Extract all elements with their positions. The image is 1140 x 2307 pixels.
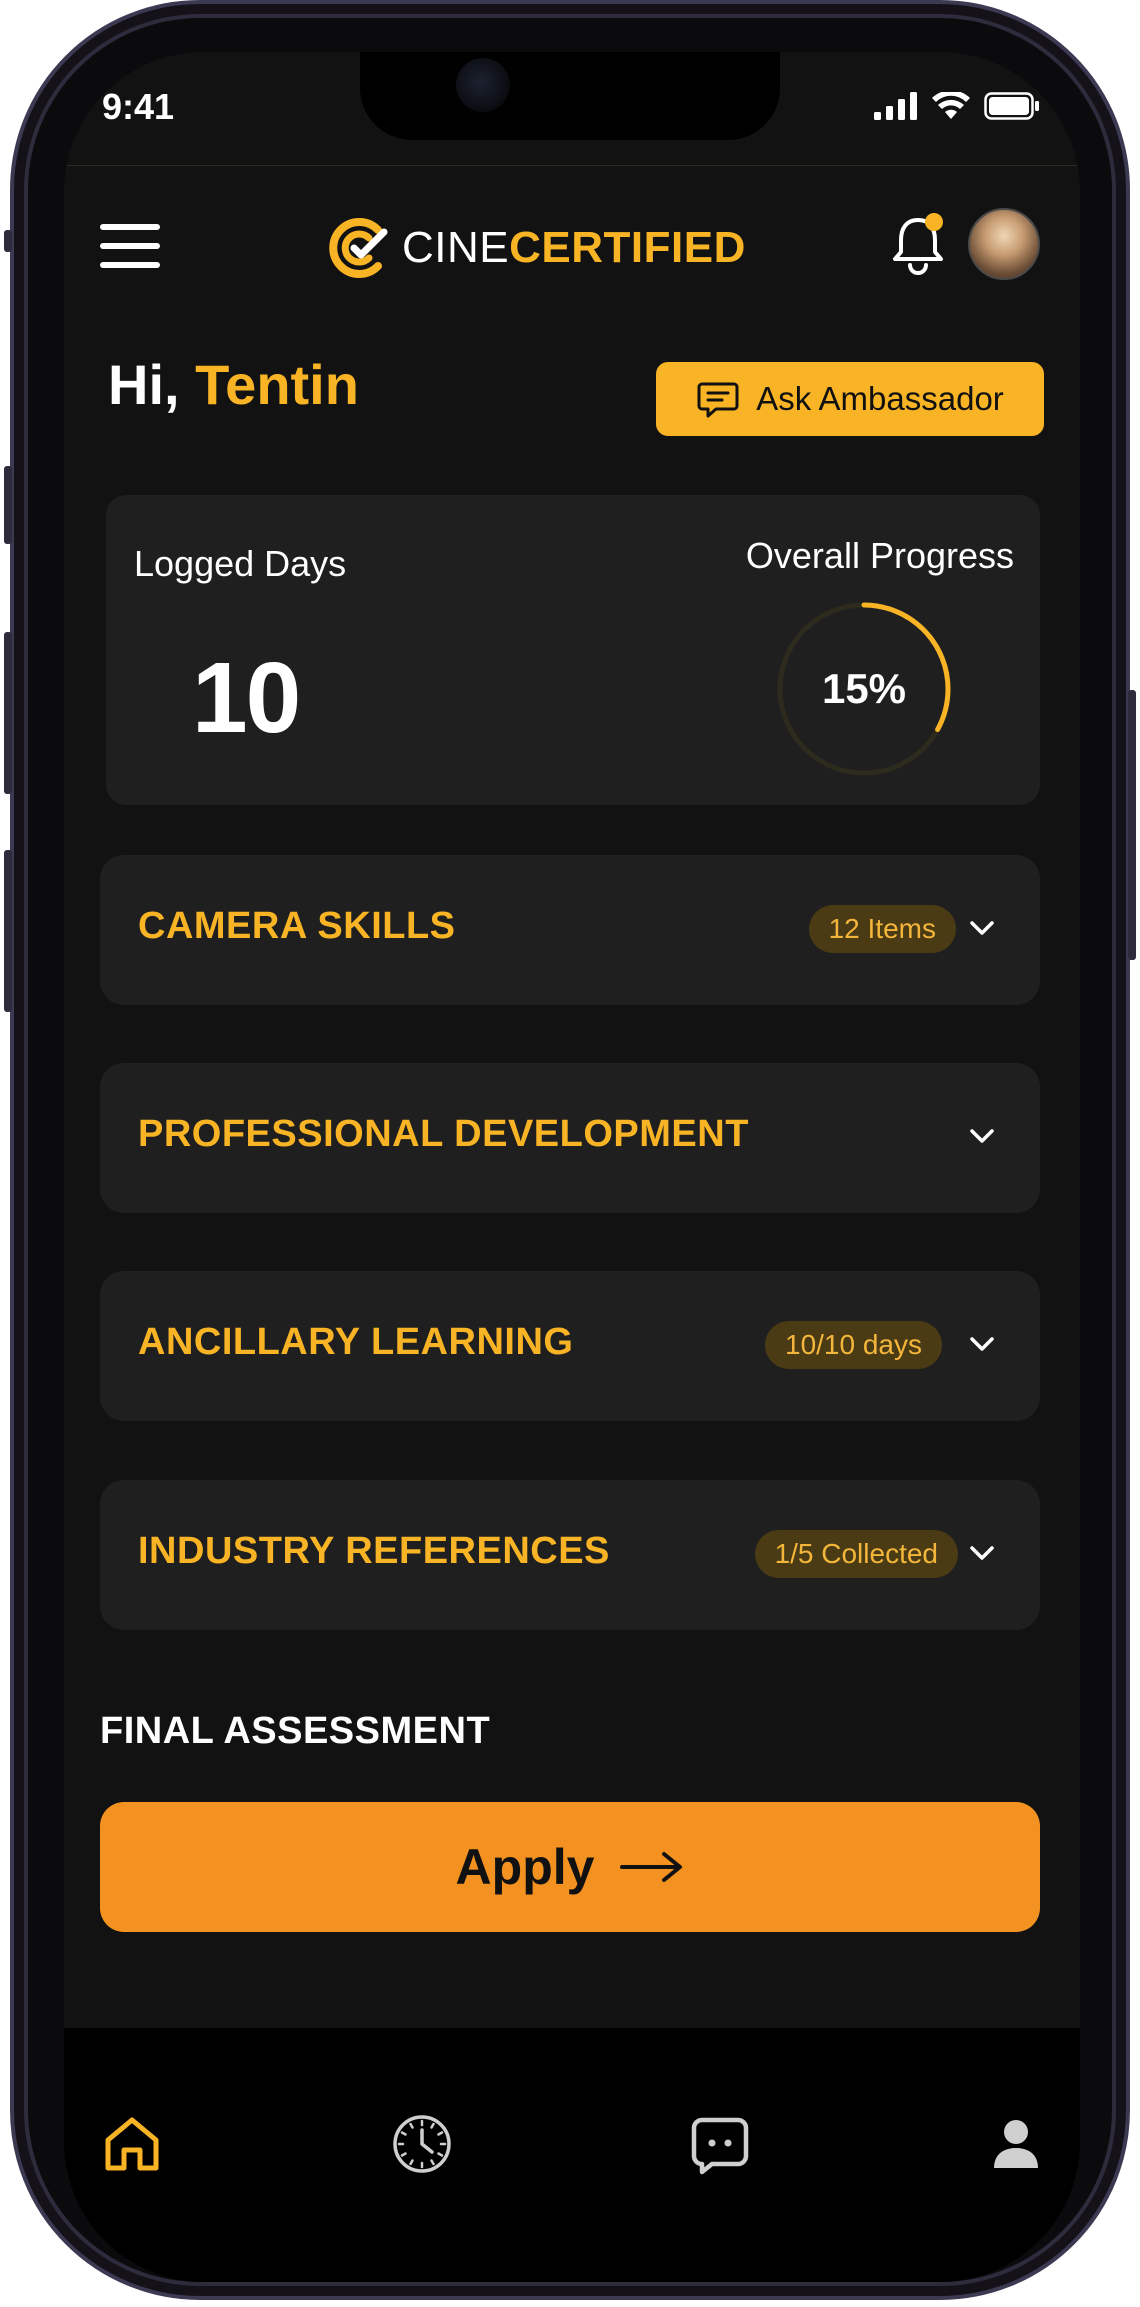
menu-icon-bar [100,243,160,249]
app-header: CINECERTIFIED [64,192,1080,302]
signal-icon [874,92,917,120]
user-avatar[interactable] [968,208,1040,280]
notch [360,52,780,140]
ask-ambassador-button[interactable]: Ask Ambassador [656,362,1044,436]
wifi-icon [932,92,970,119]
logo-text-cine: CINE [402,223,510,272]
notification-dot [925,213,943,231]
phone-side-button [4,230,12,252]
chevron-down-icon[interactable] [968,917,996,939]
chat-icon[interactable] [688,2112,752,2176]
section-ancillary-learning[interactable]: ANCILLARY LEARNING 10/10 days [100,1271,1040,1421]
front-camera [456,58,510,112]
clock-icon[interactable] [390,2112,454,2176]
logo-text: CINECERTIFIED [402,223,746,273]
battery-icon [984,92,1039,120]
phone-volume-down [4,850,12,1012]
ask-ambassador-label: Ask Ambassador [756,380,1004,417]
chevron-down-icon[interactable] [968,1125,996,1147]
logo-text-certified: CERTIFIED [509,223,746,272]
section-camera-skills[interactable]: CAMERA SKILLS 12 Items [100,855,1040,1005]
section-badge: 1/5 Collected [754,1530,958,1578]
apply-label: Apply [455,1839,595,1895]
home-icon[interactable] [100,2112,164,2176]
phone-power-button [1128,690,1136,960]
logged-days-value: 10 [192,642,301,754]
section-badge: 12 Items [808,905,956,953]
section-title: PROFESSIONAL DEVELOPMENT [138,1113,749,1155]
menu-icon-bar [100,224,160,230]
section-title: ANCILLARY LEARNING [138,1321,574,1363]
profile-icon[interactable] [984,2112,1048,2176]
status-icons [874,92,1040,120]
greeting-name: Tentin [195,353,359,416]
menu-button[interactable] [100,224,160,268]
bottom-tab-bar [64,2028,1080,2282]
section-title: INDUSTRY REFERENCES [138,1530,610,1572]
logged-days-label: Logged Days [134,543,347,584]
section-professional-development[interactable]: PROFESSIONAL DEVELOPMENT [100,1063,1040,1213]
status-bar: 9:41 [64,52,1080,166]
app-logo[interactable]: CINECERTIFIED [328,216,746,280]
app-screen: 9:41 CINECERTIFIED Hi, Tentin Ask Ambass… [64,52,1080,2282]
logo-mark-icon [329,218,388,278]
final-assessment-title: FINAL ASSESSMENT [100,1710,491,1752]
status-time: 9:41 [102,86,175,127]
stats-card: Logged Days 10 Overall Progress 15% [106,495,1040,805]
section-badge: 10/10 days [765,1321,942,1369]
section-industry-references[interactable]: INDUSTRY REFERENCES 1/5 Collected [100,1480,1040,1630]
greeting: Hi, Tentin [108,352,359,417]
notification-bell-icon[interactable] [890,212,946,276]
greeting-prefix: Hi, [108,353,196,416]
overall-progress-label: Overall Progress [745,535,1014,576]
message-icon [697,382,739,418]
apply-button[interactable]: Apply [100,1802,1040,1932]
menu-icon-bar [100,262,160,268]
chevron-down-icon[interactable] [968,1333,996,1355]
section-title: CAMERA SKILLS [138,905,456,947]
phone-side-button [4,466,12,544]
chevron-down-icon[interactable] [968,1542,996,1564]
arrow-right-icon [620,1852,683,1882]
phone-volume-up [4,632,12,794]
overall-progress-value: 15% [821,665,907,712]
